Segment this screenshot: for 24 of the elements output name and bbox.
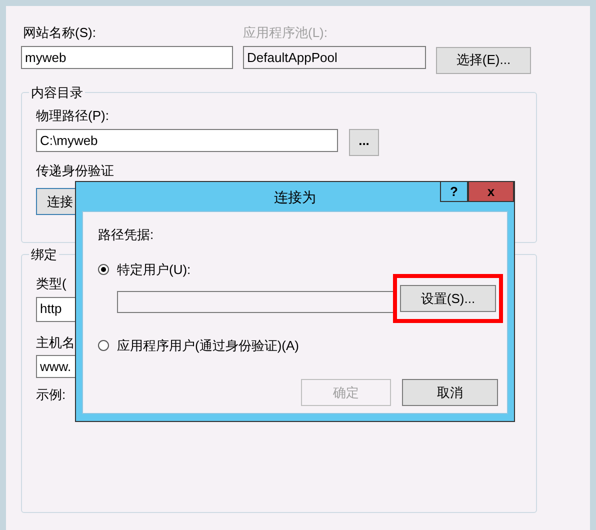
cancel-button[interactable]: 取消	[402, 379, 498, 406]
physical-path-field[interactable]: C:\myweb	[36, 128, 338, 152]
radio-button[interactable]	[98, 340, 109, 352]
group-title: 绑定	[30, 246, 58, 264]
pass-through-label: 传递身份验证	[36, 162, 115, 180]
physical-path-label: 物理路径(P):	[36, 107, 110, 125]
close-button[interactable]: x	[468, 181, 514, 202]
select-button[interactable]: 选择(E)...	[436, 46, 531, 74]
help-button[interactable]: ?	[440, 181, 468, 202]
option-label: 特定用户(U):	[117, 260, 191, 279]
dialog-title: 连接为	[274, 188, 316, 207]
group-title: 内容目录	[30, 84, 84, 102]
section-label: 路径凭据:	[98, 226, 155, 244]
user-name-field[interactable]	[117, 290, 395, 312]
radio-button[interactable]	[98, 264, 109, 275]
option-label: 应用程序用户(通过身份验证)(A)	[117, 337, 299, 355]
host-name-label: 主机名	[36, 334, 75, 352]
browse-button[interactable]: ...	[349, 128, 379, 156]
app-pool-label: 应用程序池(L):	[243, 24, 328, 42]
site-name-label: 网站名称(S):	[22, 24, 97, 42]
settings-button[interactable]: 设置(S)...	[400, 285, 496, 312]
type-label: 类型(	[36, 275, 66, 293]
site-name-field[interactable]: myweb	[21, 46, 233, 68]
example-text: 示例:	[36, 386, 66, 404]
